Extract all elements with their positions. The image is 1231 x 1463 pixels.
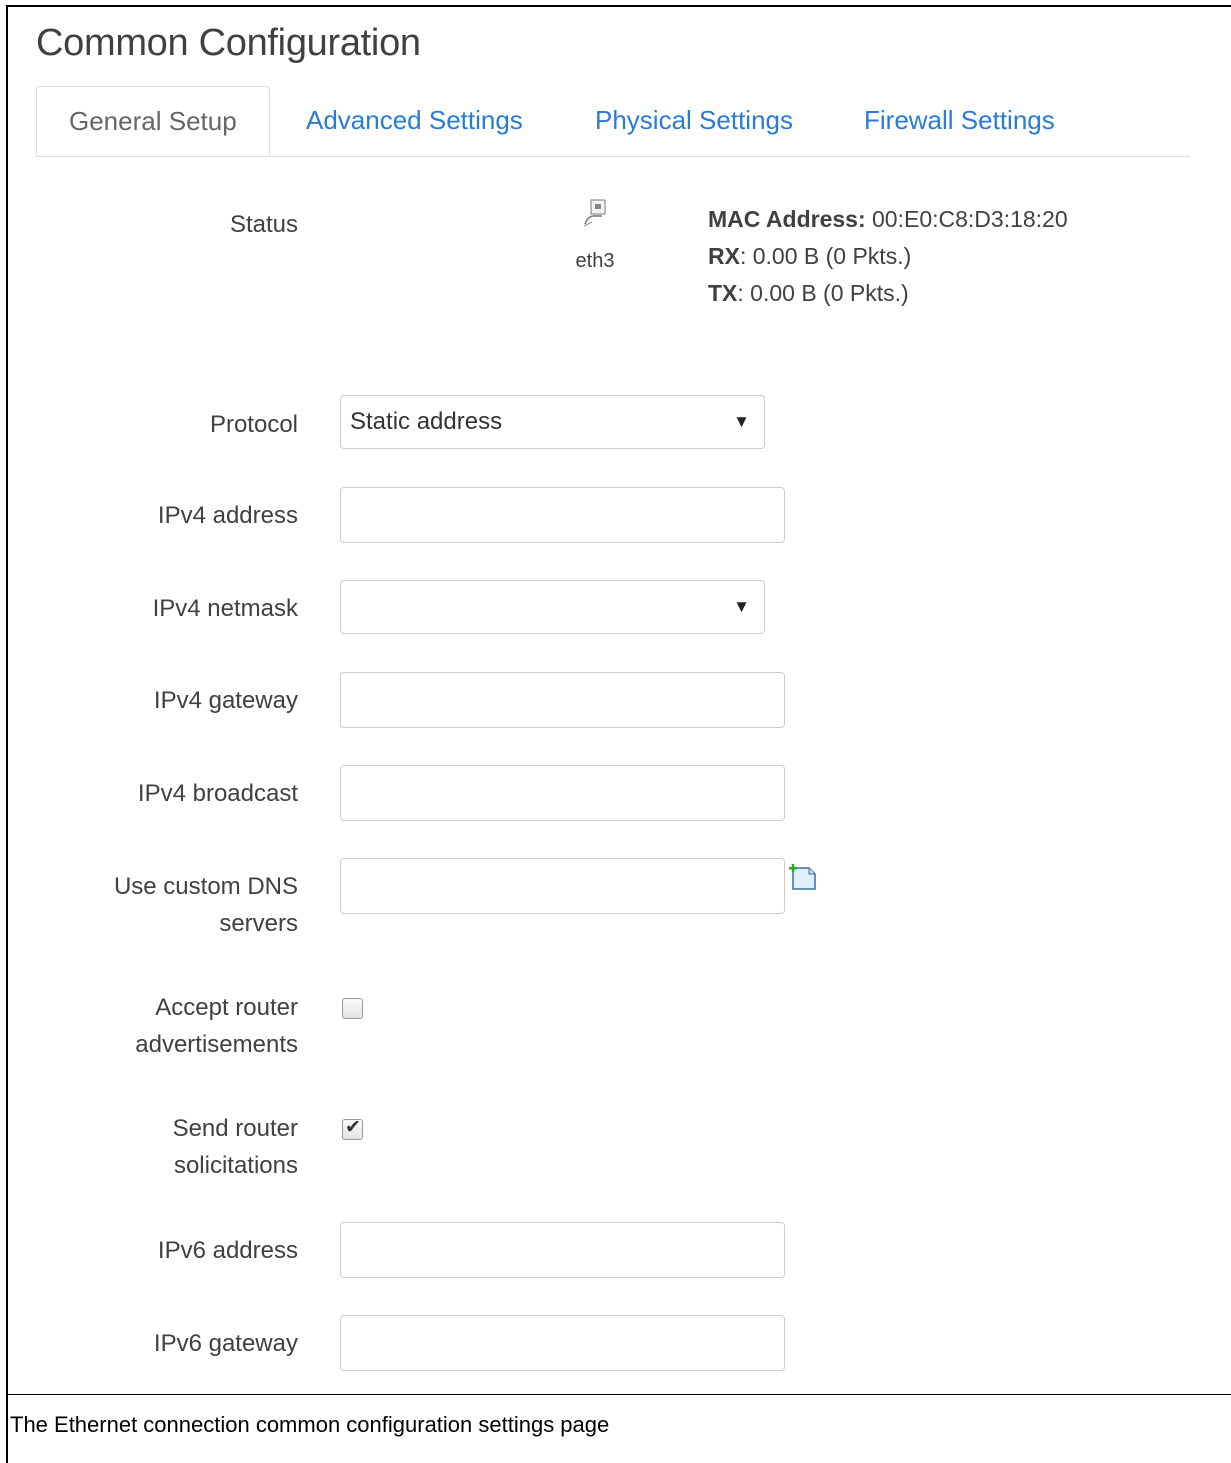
checkmark-icon: ✔ [345,1117,361,1138]
mac-address-line: MAC Address: 00:E0:C8:D3:18:20 [708,201,1068,238]
tx-line: TX: 0.00 B (0 Pkts.) [708,275,1068,312]
ipv4-gateway-input[interactable] [340,672,785,728]
status-label: Status [229,211,298,238]
page-title: Common Configuration [36,22,421,64]
ipv4-address-label: IPv4 address [157,502,298,529]
status-info: MAC Address: 00:E0:C8:D3:18:20 RX: 0.00 … [708,201,1068,312]
status-device-name: eth3 [575,250,615,272]
rx-line: RX: 0.00 B (0 Pkts.) [708,238,1068,275]
accept-ra-label-line2: advertisements [135,1031,298,1058]
ipv4-broadcast-input[interactable] [340,765,785,821]
send-rs-label-line1: Send router [172,1115,298,1142]
ipv4-gateway-label: IPv4 gateway [153,687,298,714]
dropdown-arrow-icon: ▼ [733,412,750,431]
ipv4-netmask-label: IPv4 netmask [152,595,298,622]
dropdown-arrow-icon: ▼ [733,597,750,616]
custom-dns-label-line1: Use custom DNS [113,873,298,900]
ipv4-address-input[interactable] [340,487,785,543]
custom-dns-input[interactable] [340,858,785,914]
ipv6-gateway-input[interactable] [340,1315,785,1371]
protocol-select-value: Static address [350,408,503,435]
accept-ra-label: Accept router advertisements [0,989,298,1063]
protocol-select[interactable]: Static address ▼ [340,395,765,449]
ipv4-netmask-select[interactable]: ▼ [340,580,765,634]
accept-ra-label-line1: Accept router [155,994,298,1021]
ethernet-port-icon [583,199,606,227]
protocol-label: Protocol [209,411,298,438]
mac-address-value: 00:E0:C8:D3:18:20 [865,206,1068,232]
tab-physical-settings[interactable]: Physical Settings [563,86,825,156]
tab-firewall-settings[interactable]: Firewall Settings [832,86,1087,156]
ipv4-broadcast-label: IPv4 broadcast [137,780,298,807]
tab-general-setup[interactable]: General Setup [36,86,270,156]
add-entry-icon[interactable] [787,862,817,892]
figure-caption: The Ethernet connection common configura… [10,1412,610,1437]
accept-ra-checkbox[interactable] [342,998,363,1019]
rx-label: RX [708,243,740,269]
tab-bar: General Setup Advanced Settings Physical… [36,86,1190,157]
custom-dns-label-line2: servers [219,910,298,937]
send-rs-label-line2: solicitations [173,1152,298,1179]
ipv6-address-label: IPv6 address [157,1237,298,1264]
ipv6-gateway-label: IPv6 gateway [153,1330,298,1357]
tx-value: : 0.00 B (0 Pkts.) [737,280,909,306]
tx-label: TX [708,280,738,306]
ipv6-address-input[interactable] [340,1222,785,1278]
custom-dns-label: Use custom DNS servers [0,868,298,942]
mac-address-label: MAC Address: [708,206,866,232]
send-rs-label: Send router solicitations [0,1110,298,1184]
send-rs-checkbox[interactable]: ✔ [342,1117,363,1140]
rx-value: : 0.00 B (0 Pkts.) [739,243,912,269]
tab-advanced-settings[interactable]: Advanced Settings [274,86,555,156]
frame-edge [6,1395,8,1463]
